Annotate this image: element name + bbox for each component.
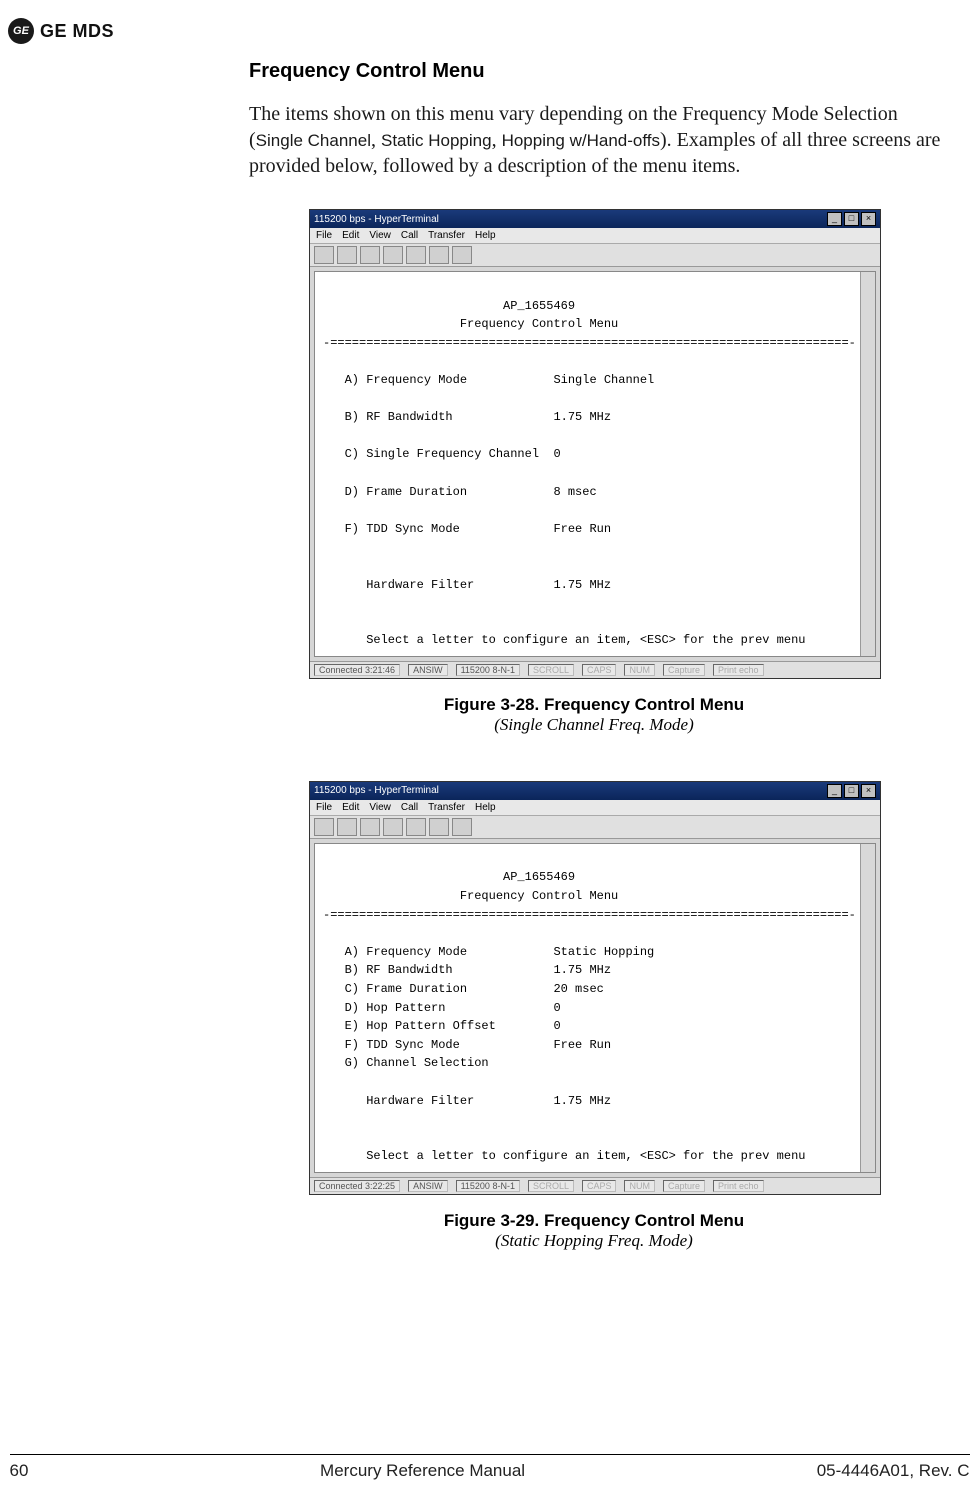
status-printecho: Print echo (713, 1180, 764, 1192)
menu-view[interactable]: View (369, 802, 391, 813)
window-title: 115200 bps - HyperTerminal (314, 785, 439, 796)
close-icon[interactable]: × (861, 212, 876, 226)
toolbar-button[interactable] (452, 246, 472, 264)
close-icon[interactable]: × (861, 784, 876, 798)
maximize-icon[interactable]: □ (844, 784, 859, 798)
hyperterminal-window: 115200 bps - HyperTerminal _ □ × File Ed… (309, 781, 881, 1195)
manual-title: Mercury Reference Manual (320, 1461, 525, 1481)
figure-28: 115200 bps - HyperTerminal _ □ × File Ed… (309, 209, 949, 679)
status-baud: 115200 8-N-1 (456, 664, 520, 676)
scrollbar[interactable] (860, 844, 875, 1172)
toolbar-button[interactable] (314, 246, 334, 264)
content-column: Frequency Control Menu The items shown o… (249, 60, 949, 1297)
status-capture: Capture (663, 664, 705, 676)
figure-28-caption: Figure 3-28. Frequency Control Menu (Sin… (309, 695, 879, 735)
window-titlebar: 115200 bps - HyperTerminal _ □ × (310, 210, 880, 228)
menu-call[interactable]: Call (401, 802, 418, 813)
status-printecho: Print echo (713, 664, 764, 676)
minimize-icon[interactable]: _ (827, 784, 842, 798)
caption-title: Figure 3-28. Frequency Control Menu (444, 695, 744, 714)
maximize-icon[interactable]: □ (844, 212, 859, 226)
toolbar-button[interactable] (429, 246, 449, 264)
toolbar (310, 244, 880, 267)
menu-file[interactable]: File (316, 802, 332, 813)
page: GE GE MDS Frequency Control Menu The ite… (0, 0, 979, 1501)
menu-view[interactable]: View (369, 230, 391, 241)
figure-29: 115200 bps - HyperTerminal _ □ × File Ed… (309, 781, 949, 1195)
toolbar-button[interactable] (383, 818, 403, 836)
page-footer: 60 Mercury Reference Manual 05-4446A01, … (10, 1454, 970, 1481)
mode-static-hopping: Static Hopping (381, 131, 492, 150)
terminal-output: AP_1655469 Frequency Control Menu -=====… (314, 843, 876, 1173)
status-capture: Capture (663, 1180, 705, 1192)
menu-transfer[interactable]: Transfer (428, 802, 465, 813)
menu-edit[interactable]: Edit (342, 802, 359, 813)
doc-number: 05-4446A01, Rev. C (817, 1461, 970, 1481)
section-heading: Frequency Control Menu (249, 60, 949, 83)
status-device: ANSIW (408, 664, 448, 676)
status-caps: CAPS (582, 1180, 617, 1192)
window-controls: _ □ × (827, 784, 876, 798)
window-title: 115200 bps - HyperTerminal (314, 214, 439, 225)
menu-call[interactable]: Call (401, 230, 418, 241)
toolbar-button[interactable] (406, 246, 426, 264)
menu-help[interactable]: Help (475, 802, 496, 813)
para-sep: , (371, 129, 381, 151)
toolbar-button[interactable] (360, 818, 380, 836)
menu-edit[interactable]: Edit (342, 230, 359, 241)
mode-single-channel: Single Channel (256, 131, 371, 150)
minimize-icon[interactable]: _ (827, 212, 842, 226)
status-connected: Connected 3:22:25 (314, 1180, 400, 1192)
mode-hopping-handoffs: Hopping w/Hand-offs (502, 131, 660, 150)
status-caps: CAPS (582, 664, 617, 676)
toolbar-button[interactable] (406, 818, 426, 836)
status-num: NUM (624, 664, 655, 676)
page-number: 60 (10, 1461, 29, 1481)
caption-subtitle: (Static Hopping Freq. Mode) (309, 1231, 879, 1251)
ge-monogram-icon: GE (8, 18, 34, 44)
para-sep: , (492, 129, 502, 151)
menubar: File Edit View Call Transfer Help (310, 228, 880, 244)
caption-title: Figure 3-29. Frequency Control Menu (444, 1211, 744, 1230)
menubar: File Edit View Call Transfer Help (310, 800, 880, 816)
terminal-output: AP_1655469 Frequency Control Menu -=====… (314, 271, 876, 657)
status-bar: Connected 3:22:25 ANSIW 115200 8-N-1 SCR… (310, 1177, 880, 1194)
menu-help[interactable]: Help (475, 230, 496, 241)
toolbar-button[interactable] (337, 818, 357, 836)
toolbar-button[interactable] (452, 818, 472, 836)
scrollbar[interactable] (860, 272, 875, 656)
toolbar-button[interactable] (360, 246, 380, 264)
status-scroll: SCROLL (528, 1180, 574, 1192)
menu-transfer[interactable]: Transfer (428, 230, 465, 241)
figure-29-caption: Figure 3-29. Frequency Control Menu (Sta… (309, 1211, 879, 1251)
intro-paragraph: The items shown on this menu vary depend… (249, 101, 949, 179)
brand-logo: GE GE MDS (8, 18, 114, 44)
toolbar-button[interactable] (337, 246, 357, 264)
status-connected: Connected 3:21:46 (314, 664, 400, 676)
window-controls: _ □ × (827, 212, 876, 226)
toolbar-button[interactable] (383, 246, 403, 264)
status-num: NUM (624, 1180, 655, 1192)
brand-text: GE MDS (40, 21, 114, 42)
hyperterminal-window: 115200 bps - HyperTerminal _ □ × File Ed… (309, 209, 881, 679)
toolbar-button[interactable] (429, 818, 449, 836)
status-scroll: SCROLL (528, 664, 574, 676)
caption-subtitle: (Single Channel Freq. Mode) (309, 715, 879, 735)
toolbar-button[interactable] (314, 818, 334, 836)
menu-file[interactable]: File (316, 230, 332, 241)
window-titlebar: 115200 bps - HyperTerminal _ □ × (310, 782, 880, 800)
status-bar: Connected 3:21:46 ANSIW 115200 8-N-1 SCR… (310, 661, 880, 678)
toolbar (310, 816, 880, 839)
status-baud: 115200 8-N-1 (456, 1180, 520, 1192)
status-device: ANSIW (408, 1180, 448, 1192)
